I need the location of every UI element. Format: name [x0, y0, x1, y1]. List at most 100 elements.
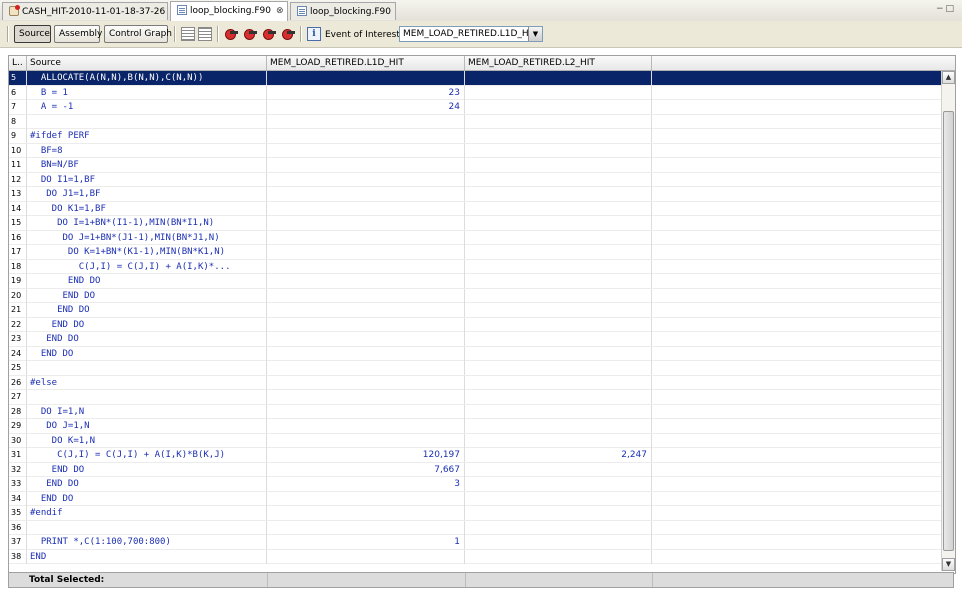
list-view-icon[interactable]	[198, 27, 212, 41]
table-row[interactable]: 35 #endif	[9, 506, 941, 521]
empty-cell	[652, 71, 941, 85]
scroll-thumb[interactable]	[943, 111, 954, 551]
toolbar-separator	[174, 26, 176, 42]
scroll-down-button[interactable]: ▼	[942, 558, 955, 571]
l1d-hit-cell	[267, 129, 465, 143]
table-row[interactable]: 12 DO I1=1,BF	[9, 172, 941, 187]
previous-hotspot-icon[interactable]	[243, 27, 257, 41]
table-row[interactable]: 28 DO I=1,N	[9, 404, 941, 419]
table-row[interactable]: 20 END DO	[9, 288, 941, 303]
control-graph-button[interactable]: Control Graph	[104, 25, 172, 43]
l1d-hit-cell	[267, 172, 465, 187]
source-cell: DO I1=1,BF	[27, 172, 267, 187]
table-row[interactable]: 34 END DO	[9, 491, 941, 506]
column-header-l2-hit[interactable]: MEM_LOAD_RETIRED.L2_HIT	[465, 56, 652, 70]
table-row[interactable]: 33 END DO 3	[9, 477, 941, 492]
empty-cell	[652, 347, 941, 361]
table-row[interactable]: 5 ALLOCATE(A(N,N),B(N,N),C(N,N))	[9, 71, 941, 86]
line-number-cell: 13	[9, 187, 27, 201]
table-row[interactable]: 30 DO K=1,N	[9, 433, 941, 448]
table-row[interactable]: 29 DO J=1,N	[9, 419, 941, 434]
last-hotspot-icon[interactable]	[281, 27, 295, 41]
line-number-cell: 17	[9, 245, 27, 259]
source-cell: A = -1	[27, 100, 267, 114]
info-icon[interactable]: i	[307, 27, 321, 41]
table-row[interactable]: 32 END DO 7,667	[9, 462, 941, 477]
line-number-cell: 35	[9, 506, 27, 520]
l1d-hit-cell: 7,667	[267, 462, 465, 477]
tab-loop-blocking-active[interactable]: loop_blocking.F90 ⊗	[170, 1, 288, 21]
table-row[interactable]: 38 END	[9, 549, 941, 564]
line-number-cell: 18	[9, 259, 27, 274]
table-row[interactable]: 11 BN=N/BF	[9, 158, 941, 173]
table-row[interactable]: 15 DO I=1+BN*(I1-1),MIN(BN*I1,N)	[9, 216, 941, 231]
table-row[interactable]: 24 END DO	[9, 346, 941, 361]
table-row[interactable]: 17 DO K=1+BN*(K1-1),MIN(BN*K1,N)	[9, 245, 941, 260]
table-row[interactable]: 36	[9, 520, 941, 535]
table-row[interactable]: 21 END DO	[9, 303, 941, 318]
empty-cell	[652, 506, 941, 520]
source-cell: END DO	[27, 274, 267, 288]
source-cell: DO J=1,N	[27, 419, 267, 433]
l1d-hit-cell	[267, 245, 465, 259]
table-row[interactable]: 14 DO K1=1,BF	[9, 201, 941, 216]
l1d-hit-cell	[267, 491, 465, 506]
grid-view-icon[interactable]	[181, 27, 195, 41]
line-number-cell: 5	[9, 71, 27, 85]
table-row[interactable]: 26 #else	[9, 375, 941, 390]
line-number-cell: 23	[9, 332, 27, 346]
vertical-scrollbar[interactable]: ▲ ▼	[941, 71, 955, 571]
l1d-hit-cell	[267, 433, 465, 448]
table-row[interactable]: 31 C(J,I) = C(J,I) + A(I,K)*B(K,J) 120,19…	[9, 448, 941, 463]
table-row[interactable]: 6 B = 1 23	[9, 85, 941, 100]
column-header-l1d-hit[interactable]: MEM_LOAD_RETIRED.L1D_HIT	[267, 56, 465, 70]
source-cell: DO J=1+BN*(J1-1),MIN(BN*J1,N)	[27, 230, 267, 245]
line-number-cell: 25	[9, 361, 27, 375]
table-row[interactable]: 10 BF=8	[9, 143, 941, 158]
source-cell: #ifdef PERF	[27, 129, 267, 143]
l1d-hit-cell: 1	[267, 535, 465, 549]
empty-cell	[652, 86, 941, 100]
l2-hit-cell	[465, 332, 652, 346]
column-header-source[interactable]: Source	[27, 56, 267, 70]
table-row[interactable]: 27	[9, 390, 941, 405]
table-row[interactable]: 8	[9, 114, 941, 129]
empty-cell	[652, 434, 941, 448]
minimize-maximize-buttons[interactable]: −□	[936, 4, 956, 14]
go-to-hotspot-icon[interactable]	[224, 27, 238, 41]
source-cell: DO I=1,N	[27, 404, 267, 419]
table-row[interactable]: 9 #ifdef PERF	[9, 129, 941, 144]
table-row[interactable]: 16 DO J=1+BN*(J1-1),MIN(BN*J1,N)	[9, 230, 941, 245]
line-number-cell: 34	[9, 491, 27, 506]
table-row[interactable]: 37 PRINT *,C(1:100,700:800) 1	[9, 535, 941, 550]
l2-hit-cell	[465, 158, 652, 172]
line-number-cell: 36	[9, 520, 27, 535]
event-of-interest-label: Event of Interest:	[325, 30, 403, 40]
l2-hit-cell	[465, 361, 652, 375]
l2-hit-cell	[465, 216, 652, 230]
next-hotspot-icon[interactable]	[262, 27, 276, 41]
table-row[interactable]: 19 END DO	[9, 274, 941, 289]
line-number-cell: 6	[9, 85, 27, 100]
chevron-down-icon[interactable]: ▼	[528, 27, 542, 41]
table-row[interactable]: 25	[9, 361, 941, 376]
source-cell: END DO	[27, 491, 267, 506]
tab-cash-hit-result[interactable]: CASH_HIT-2010-11-01-18-37-26	[2, 2, 168, 20]
table-row[interactable]: 18 C(J,I) = C(J,I) + A(I,K)*...	[9, 259, 941, 274]
assembly-view-button[interactable]: Assembly	[54, 25, 102, 43]
l2-hit-cell	[465, 375, 652, 390]
l2-hit-cell	[465, 477, 652, 491]
l2-hit-cell	[465, 230, 652, 245]
tab-loop-blocking[interactable]: loop_blocking.F90	[290, 2, 396, 20]
close-tab-icon[interactable]: ⊗	[276, 6, 284, 16]
table-row[interactable]: 22 END DO	[9, 317, 941, 332]
column-header-line[interactable]: L..	[9, 56, 27, 70]
source-cell: END	[27, 549, 267, 564]
event-of-interest-select[interactable]: MEM_LOAD_RETIRED.L1D_HIT ▼	[399, 26, 543, 42]
table-row[interactable]: 13 DO J1=1,BF	[9, 187, 941, 202]
table-row[interactable]: 23 END DO	[9, 332, 941, 347]
table-row[interactable]: 7 A = -1 24	[9, 100, 941, 115]
scroll-up-button[interactable]: ▲	[942, 71, 955, 84]
source-view-button[interactable]: Source	[14, 25, 51, 43]
empty-cell	[652, 202, 941, 216]
